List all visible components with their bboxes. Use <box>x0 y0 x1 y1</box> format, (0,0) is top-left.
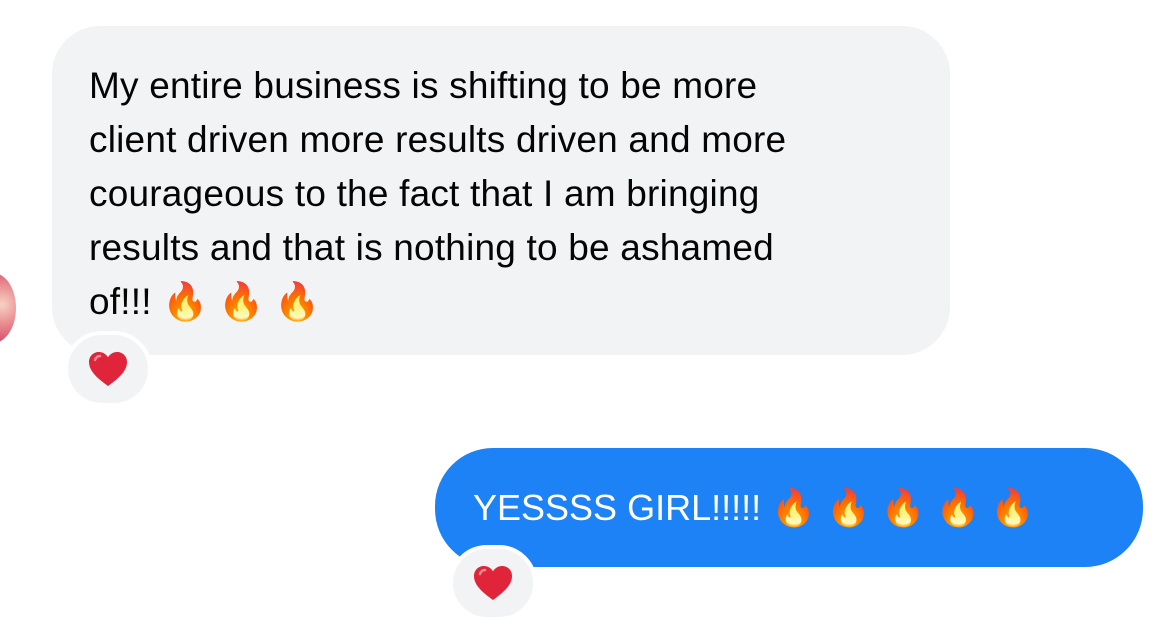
outgoing-reaction-badge[interactable] <box>449 545 537 621</box>
incoming-message-text: My entire business is shifting to be mor… <box>89 59 934 329</box>
outgoing-message-text: YESSSS GIRL!!!!! 🔥🔥🔥🔥🔥 <box>473 484 1045 533</box>
incoming-message-line-last: of!!! 🔥🔥🔥 <box>89 275 934 329</box>
incoming-reaction-badge[interactable] <box>64 331 152 407</box>
incoming-message-line-text: of!!! <box>89 281 152 322</box>
fire-emoji-group: 🔥🔥🔥🔥🔥 <box>771 488 1046 529</box>
outgoing-message-line-text: YESSSS GIRL!!!!! <box>473 487 762 528</box>
incoming-message-line: results and that is nothing to be ashame… <box>89 227 774 268</box>
sender-avatar[interactable] <box>0 273 16 343</box>
incoming-message-line: My entire business is shifting to be mor… <box>89 65 758 106</box>
heart-reaction-icon <box>474 566 512 600</box>
incoming-message-bubble[interactable]: My entire business is shifting to be mor… <box>52 26 950 355</box>
outgoing-message-bubble[interactable]: YESSSS GIRL!!!!! 🔥🔥🔥🔥🔥 <box>435 448 1143 567</box>
heart-reaction-icon <box>89 352 127 386</box>
fire-emoji-group: 🔥🔥🔥 <box>162 280 331 323</box>
incoming-message-line: client driven more results driven and mo… <box>89 119 787 160</box>
incoming-message-line: courageous to the fact that I am bringin… <box>89 173 760 214</box>
